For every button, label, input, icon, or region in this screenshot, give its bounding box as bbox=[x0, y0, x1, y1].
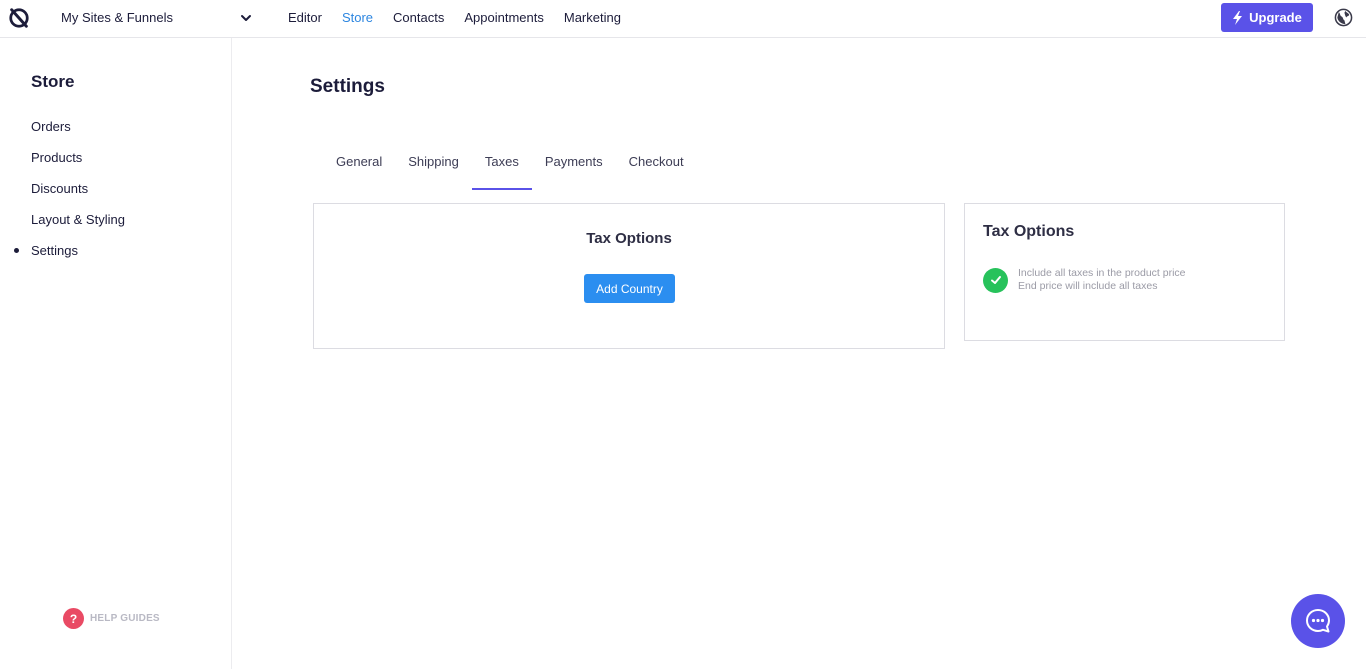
active-dot-icon bbox=[14, 248, 19, 253]
upgrade-button[interactable]: Upgrade bbox=[1221, 3, 1313, 32]
include-taxes-option[interactable]: Include all taxes in the product price E… bbox=[983, 267, 1186, 293]
page-title: Settings bbox=[310, 76, 385, 97]
tab-checkout[interactable]: Checkout bbox=[616, 146, 697, 190]
lightning-icon bbox=[1233, 10, 1243, 25]
help-icon: ? bbox=[63, 608, 84, 629]
nav-editor[interactable]: Editor bbox=[288, 10, 322, 25]
check-icon bbox=[983, 267, 1008, 293]
nav-contacts[interactable]: Contacts bbox=[393, 10, 444, 25]
nav-appointments[interactable]: Appointments bbox=[464, 10, 544, 25]
include-taxes-line2: End price will include all taxes bbox=[1018, 280, 1158, 292]
site-selector[interactable]: My Sites & Funnels bbox=[61, 10, 253, 28]
include-taxes-line1: Include all taxes in the product price bbox=[1018, 267, 1186, 279]
sidebar-item-label: Products bbox=[31, 150, 83, 165]
chevron-down-icon bbox=[241, 15, 251, 21]
tax-options-info-card: Tax Options Include all taxes in the pro… bbox=[964, 203, 1285, 341]
upgrade-label: Upgrade bbox=[1249, 10, 1302, 25]
settings-tabs: General Shipping Taxes Payments Checkout bbox=[323, 146, 697, 190]
tax-options-info-title: Tax Options bbox=[983, 223, 1075, 240]
sidebar-item-label: Settings bbox=[31, 243, 78, 258]
tab-shipping[interactable]: Shipping bbox=[395, 146, 472, 190]
help-guides-label: HELP GUIDES bbox=[90, 613, 160, 624]
sidebar-item-discounts[interactable]: Discounts bbox=[31, 181, 125, 212]
tab-payments[interactable]: Payments bbox=[532, 146, 616, 190]
help-guides-link[interactable]: ? HELP GUIDES bbox=[63, 608, 160, 629]
sidebar-item-label: Layout & Styling bbox=[31, 212, 125, 227]
top-bar: My Sites & Funnels Editor Store Contacts… bbox=[0, 0, 1366, 38]
tab-taxes[interactable]: Taxes bbox=[471, 146, 532, 190]
sidebar-item-layout-styling[interactable]: Layout & Styling bbox=[31, 212, 125, 243]
nav-store[interactable]: Store bbox=[342, 10, 373, 25]
sidebar-item-products[interactable]: Products bbox=[31, 150, 125, 181]
sidebar-item-orders[interactable]: Orders bbox=[31, 119, 125, 150]
nav-marketing[interactable]: Marketing bbox=[564, 10, 621, 25]
tab-general[interactable]: General bbox=[323, 146, 395, 190]
add-country-button[interactable]: Add Country bbox=[584, 274, 675, 303]
sidebar-list: Orders Products Discounts Layout & Styli… bbox=[14, 119, 125, 274]
tax-options-title: Tax Options bbox=[586, 230, 672, 247]
logo-icon[interactable] bbox=[8, 7, 30, 29]
top-nav: Editor Store Contacts Appointments Marke… bbox=[288, 10, 621, 25]
tax-options-card: Tax Options Add Country bbox=[313, 203, 945, 349]
sidebar-item-label: Orders bbox=[31, 119, 71, 134]
chat-button[interactable] bbox=[1291, 594, 1345, 648]
globe-icon[interactable] bbox=[1334, 8, 1353, 27]
chat-icon bbox=[1306, 609, 1330, 633]
sidebar-item-label: Discounts bbox=[31, 181, 89, 196]
site-selector-label: My Sites & Funnels bbox=[61, 10, 173, 25]
sidebar-title: Store bbox=[31, 72, 75, 91]
sidebar: Store Orders Products Discounts Layout &… bbox=[0, 38, 232, 669]
sidebar-item-settings[interactable]: Settings bbox=[14, 243, 125, 274]
include-taxes-text: Include all taxes in the product price E… bbox=[1018, 267, 1186, 293]
